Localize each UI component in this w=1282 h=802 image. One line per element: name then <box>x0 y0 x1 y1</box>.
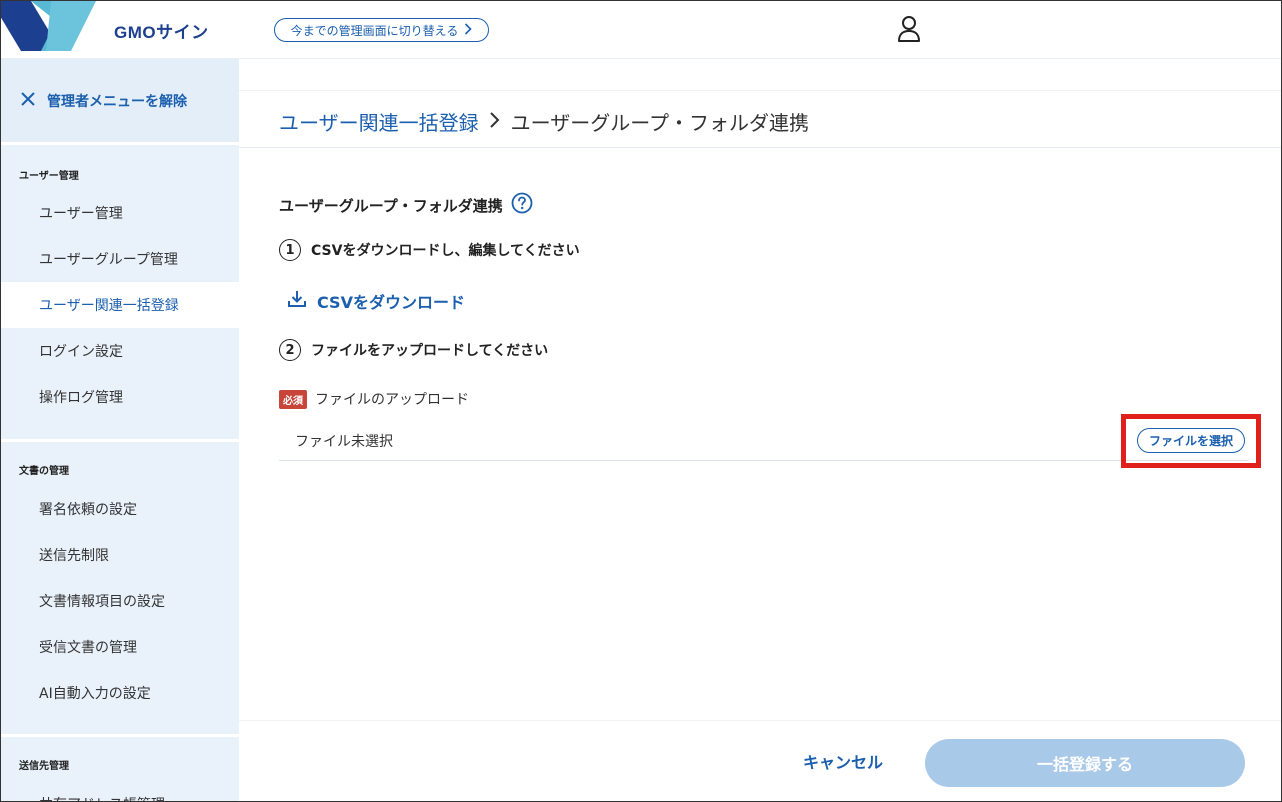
sidebar-item-signature-request-settings[interactable]: 署名依頼の設定 <box>1 486 239 532</box>
file-upload-row: ファイル未選択 <box>279 421 1249 461</box>
step-number-1: 1 <box>279 239 301 261</box>
section-title-user-management: ユーザー管理 <box>19 171 79 182</box>
sidebar-item-document-fields[interactable]: 文書情報項目の設定 <box>1 578 239 624</box>
sidebar-item-shared-address-book[interactable]: 共有アドレス帳管理 <box>1 781 239 801</box>
step-1: 1 CSVをダウンロードし、編集してください <box>279 239 580 261</box>
logo-mark-icon <box>1 1 101 51</box>
step-2-text: ファイルをアップロードしてください <box>311 343 549 359</box>
top-strip <box>239 59 1281 91</box>
release-admin-menu-label: 管理者メニューを解除 <box>47 93 187 110</box>
close-icon <box>21 91 35 110</box>
switch-legacy-admin-button[interactable]: 今までの管理画面に切り替える <box>274 18 489 42</box>
sidebar-divider <box>1 734 239 737</box>
sidebar-divider <box>1 439 239 442</box>
breadcrumb-link-bulk-registration[interactable]: ユーザー関連一括登録 <box>279 107 479 136</box>
download-csv-link[interactable]: CSVをダウンロード <box>287 289 465 313</box>
section-heading-text: ユーザーグループ・フォルダ連携 <box>279 196 503 215</box>
admin-sidebar: 管理者メニューを解除 ユーザー管理 ユーザー管理 ユーザーグループ管理 ユーザー… <box>1 59 239 801</box>
breadcrumb-divider <box>239 147 1281 148</box>
select-file-button[interactable]: ファイルを選択 <box>1137 428 1245 453</box>
section-title-document-management: 文書の管理 <box>19 466 69 477</box>
sidebar-item-ai-autofill-settings[interactable]: AI自動入力の設定 <box>1 670 239 716</box>
sidebar-item-operation-log[interactable]: 操作ログ管理 <box>1 374 239 420</box>
sidebar-item-user-management[interactable]: ユーザー管理 <box>1 190 239 236</box>
user-account-icon[interactable] <box>897 15 921 43</box>
upload-label-text: ファイルのアップロード <box>315 392 469 408</box>
switch-legacy-admin-label: 今までの管理画面に切り替える <box>290 23 459 38</box>
release-admin-menu-button[interactable]: 管理者メニューを解除 <box>1 59 239 145</box>
sidebar-item-user-bulk-registration[interactable]: ユーザー関連一括登録 <box>1 282 239 328</box>
section-title-recipient-management: 送信先管理 <box>19 761 69 772</box>
step-number-2: 2 <box>279 339 301 361</box>
bulk-register-button[interactable]: 一括登録する <box>925 739 1245 787</box>
step-1-text: CSVをダウンロードし、編集してください <box>311 243 580 259</box>
app-window: GMOサイン 今までの管理画面に切り替える 管理者メニューを解除 ユーザー管理 … <box>0 0 1282 802</box>
step-2: 2 ファイルをアップロードしてください <box>279 339 548 361</box>
sidebar-item-user-group-management[interactable]: ユーザーグループ管理 <box>1 236 239 282</box>
help-icon[interactable] <box>511 192 533 218</box>
download-icon <box>287 290 307 312</box>
main-content: ユーザー関連一括登録 ユーザーグループ・フォルダ連携 ユーザーグループ・フォルダ… <box>239 59 1281 801</box>
cancel-button[interactable]: キャンセル <box>779 743 907 779</box>
footer-bar: キャンセル 一括登録する <box>239 720 1281 801</box>
required-badge: 必須 <box>279 389 307 409</box>
upload-field-label: 必須 ファイルのアップロード <box>279 389 469 409</box>
breadcrumb-current: ユーザーグループ・フォルダ連携 <box>510 111 810 135</box>
chevron-right-icon <box>489 110 501 134</box>
top-header: GMOサイン 今までの管理画面に切り替える <box>1 1 1281 59</box>
logo-text[interactable]: GMOサイン <box>114 18 209 43</box>
breadcrumb: ユーザー関連一括登録 ユーザーグループ・フォルダ連携 <box>279 107 809 136</box>
section-heading: ユーザーグループ・フォルダ連携 <box>279 192 533 218</box>
sidebar-item-received-documents[interactable]: 受信文書の管理 <box>1 624 239 670</box>
sidebar-item-login-settings[interactable]: ログイン設定 <box>1 328 239 374</box>
file-status-text: ファイル未選択 <box>295 434 393 450</box>
sidebar-item-recipient-restriction[interactable]: 送信先制限 <box>1 532 239 578</box>
download-csv-label: CSVをダウンロード <box>317 293 465 312</box>
chevron-right-icon <box>464 22 472 38</box>
